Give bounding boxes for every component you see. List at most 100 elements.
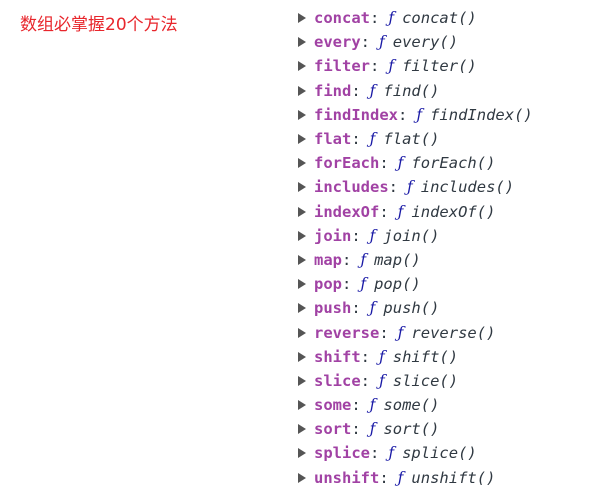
function-signature: includes() — [420, 178, 515, 197]
function-icon: ƒ — [388, 444, 395, 463]
expand-triangle-icon[interactable] — [298, 182, 306, 193]
property-key: find — [314, 81, 352, 100]
function-icon: ƒ — [397, 323, 404, 342]
expand-triangle-icon[interactable] — [298, 230, 306, 241]
function-signature: indexOf() — [411, 202, 496, 221]
property-row-find[interactable]: find: ƒ find() — [298, 79, 533, 103]
property-row-sort[interactable]: sort: ƒ sort() — [298, 417, 533, 441]
property-row-indexOf[interactable]: indexOf: ƒ indexOf() — [298, 200, 533, 224]
expand-triangle-icon[interactable] — [298, 109, 306, 120]
expand-triangle-icon[interactable] — [298, 448, 306, 459]
property-row-join[interactable]: join: ƒ join() — [298, 224, 533, 248]
expand-triangle-icon[interactable] — [298, 279, 306, 290]
expand-triangle-icon[interactable] — [298, 351, 306, 362]
property-key: sort — [314, 420, 352, 439]
function-signature: findIndex() — [430, 105, 533, 124]
property-row-every[interactable]: every: ƒ every() — [298, 30, 533, 54]
property-row-includes[interactable]: includes: ƒ includes() — [298, 175, 533, 199]
function-signature: find() — [383, 81, 440, 100]
key-separator: : — [342, 275, 352, 294]
property-key: join — [314, 226, 352, 245]
key-separator: : — [398, 105, 408, 124]
property-row-map[interactable]: map: ƒ map() — [298, 248, 533, 272]
property-row-unshift[interactable]: unshift: ƒ unshift() — [298, 466, 533, 490]
property-key: forEach — [314, 154, 380, 173]
property-key: filter — [314, 57, 370, 76]
expand-triangle-icon[interactable] — [298, 61, 306, 72]
property-key: unshift — [314, 468, 380, 487]
key-separator: : — [379, 323, 389, 342]
key-separator: : — [351, 420, 361, 439]
property-row-forEach[interactable]: forEach: ƒ forEach() — [298, 151, 533, 175]
function-icon: ƒ — [369, 130, 376, 149]
property-row-flat[interactable]: flat: ƒ flat() — [298, 127, 533, 151]
function-icon: ƒ — [388, 9, 395, 28]
expand-triangle-icon[interactable] — [298, 400, 306, 411]
property-key: map — [314, 250, 342, 269]
function-icon: ƒ — [379, 347, 385, 366]
property-row-slice[interactable]: slice: ƒ slice() — [298, 369, 533, 393]
property-key: pop — [314, 275, 342, 294]
property-key: shift — [314, 347, 361, 366]
key-separator: : — [370, 444, 380, 463]
key-separator: : — [351, 81, 361, 100]
function-icon: ƒ — [360, 250, 367, 269]
expand-triangle-icon[interactable] — [298, 254, 306, 265]
property-row-findIndex[interactable]: findIndex: ƒ findIndex() — [298, 103, 533, 127]
property-row-shift[interactable]: shift: ƒ shift() — [298, 345, 533, 369]
expand-triangle-icon[interactable] — [298, 206, 306, 217]
function-signature: join() — [383, 226, 440, 245]
key-separator: : — [379, 202, 389, 221]
expand-triangle-icon[interactable] — [298, 134, 306, 145]
property-row-reverse[interactable]: reverse: ƒ reverse() — [298, 320, 533, 344]
function-icon: ƒ — [369, 396, 376, 415]
key-separator: : — [379, 154, 389, 173]
property-row-splice[interactable]: splice: ƒ splice() — [298, 441, 533, 465]
key-separator: : — [351, 130, 361, 149]
key-separator: : — [388, 178, 398, 197]
expand-triangle-icon[interactable] — [298, 303, 306, 314]
function-signature: forEach() — [411, 154, 496, 173]
function-icon: ƒ — [397, 154, 404, 173]
property-key: findIndex — [314, 105, 398, 124]
expand-triangle-icon[interactable] — [298, 472, 306, 483]
property-key: splice — [314, 444, 370, 463]
property-key: every — [314, 33, 361, 52]
function-icon: ƒ — [379, 33, 385, 52]
function-icon: ƒ — [397, 468, 404, 487]
function-signature: flat() — [383, 130, 440, 149]
property-row-filter[interactable]: filter: ƒ filter() — [298, 54, 533, 78]
function-signature: every() — [392, 33, 459, 52]
property-key: push — [314, 299, 352, 318]
function-icon: ƒ — [369, 226, 376, 245]
function-icon: ƒ — [407, 178, 413, 197]
function-icon: ƒ — [369, 81, 376, 100]
function-signature: unshift() — [411, 468, 496, 487]
property-key: reverse — [314, 323, 380, 342]
key-separator: : — [370, 9, 380, 28]
key-separator: : — [360, 33, 371, 52]
expand-triangle-icon[interactable] — [298, 13, 306, 24]
function-signature: slice() — [392, 371, 459, 390]
expand-triangle-icon[interactable] — [298, 424, 306, 435]
function-signature: some() — [383, 396, 440, 415]
property-key: flat — [314, 130, 352, 149]
expand-triangle-icon[interactable] — [298, 327, 306, 338]
property-row-pop[interactable]: pop: ƒ pop() — [298, 272, 533, 296]
expand-triangle-icon[interactable] — [298, 85, 306, 96]
property-key: concat — [314, 9, 370, 28]
property-row-concat[interactable]: concat: ƒ concat() — [298, 6, 533, 30]
property-row-push[interactable]: push: ƒ push() — [298, 296, 533, 320]
expand-triangle-icon[interactable] — [298, 158, 306, 169]
property-row-some[interactable]: some: ƒ some() — [298, 393, 533, 417]
function-icon: ƒ — [416, 105, 423, 124]
key-separator: : — [351, 396, 361, 415]
expand-triangle-icon[interactable] — [298, 37, 306, 48]
property-key: some — [314, 396, 352, 415]
function-icon: ƒ — [397, 202, 404, 221]
property-list: concat: ƒ concat() every: ƒ every() filter: ƒ fi… — [298, 6, 533, 490]
key-separator: : — [360, 347, 371, 366]
expand-triangle-icon[interactable] — [298, 375, 306, 386]
function-signature: push() — [383, 299, 440, 318]
page-title: 数组必掌握20个方法 — [20, 15, 178, 35]
